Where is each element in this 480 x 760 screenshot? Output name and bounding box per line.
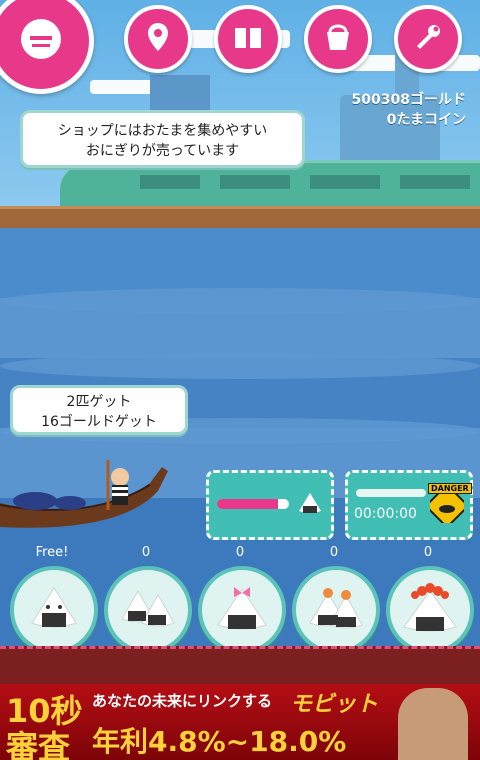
coin-amount: 0たまコイン — [386, 112, 466, 128]
slot-count-1: Free! — [35, 545, 69, 560]
ad-left-bottom: 審査 — [6, 728, 71, 760]
catch-gold: 16ゴールドゲット — [41, 414, 157, 430]
currency-display: 500308ゴールド 0たまコイン — [352, 90, 466, 130]
ad-rate: 年利4.8%~18.0% — [92, 725, 347, 758]
gold-amount: 500308ゴールド — [351, 92, 466, 108]
bait-slot-3[interactable] — [198, 566, 286, 654]
bait-progress-bar — [217, 499, 289, 509]
bucket-icon — [321, 20, 355, 58]
onigiri-icon — [297, 491, 323, 519]
timer-text: 00:00:00 — [354, 506, 417, 522]
wrench-icon — [411, 20, 445, 58]
catch-count: 2匹ゲット — [66, 394, 132, 410]
bait-slot-5[interactable] — [386, 566, 474, 654]
catch-result-bubble: 2匹ゲット 16ゴールドゲット — [10, 385, 188, 435]
onigiri-double-icon — [118, 585, 178, 635]
onigiri-plain-icon — [28, 585, 80, 635]
bait-slot-1[interactable] — [10, 566, 98, 654]
hint-bubble: ショップにはおたまを集めやすい おにぎりが売っています — [20, 110, 305, 168]
slot-count-3: 0 — [235, 545, 245, 560]
hint-line-2: おにぎりが売っています — [85, 143, 240, 159]
hint-line-1: ショップにはおたまを集めやすい — [57, 123, 268, 139]
bait-slot-4[interactable] — [292, 566, 380, 654]
ad-person-image — [398, 688, 468, 760]
ground-strip — [0, 646, 480, 687]
gondola-boat — [0, 460, 168, 528]
map-pin-icon — [141, 20, 175, 58]
slot-count-5: 0 — [423, 545, 433, 560]
danger-badge: DANGER — [428, 483, 472, 494]
map-button[interactable] — [124, 5, 192, 73]
book-button[interactable] — [214, 5, 282, 73]
ad-tagline: あなたの未来にリンクする — [92, 692, 273, 710]
bait-slot-2[interactable] — [104, 566, 192, 654]
timer-panel[interactable]: 00:00:00 DANGER — [345, 470, 473, 540]
onigiri-ribbon-icon — [214, 583, 270, 637]
menu-face-icon — [16, 14, 66, 68]
bait-progress-fill — [217, 499, 279, 509]
danger-icon: DANGER — [424, 483, 472, 529]
slot-count-4: 0 — [329, 545, 339, 560]
settings-button[interactable] — [394, 5, 462, 73]
onigiri-ikura-icon — [400, 581, 460, 639]
slot-count-2: 0 — [141, 545, 151, 560]
ad-brand: モビット — [290, 692, 379, 717]
book-icon — [231, 20, 265, 58]
timer-progress-fill — [356, 489, 426, 497]
onigiri-salmon-icon — [306, 583, 366, 637]
ad-banner[interactable]: 10秒 審査 あなたの未来にリンクする モビット 年利4.8%~18.0% — [0, 684, 480, 760]
bait-panel[interactable] — [206, 470, 334, 540]
shop-button[interactable] — [304, 5, 372, 73]
timer-progress-bar — [356, 489, 426, 497]
